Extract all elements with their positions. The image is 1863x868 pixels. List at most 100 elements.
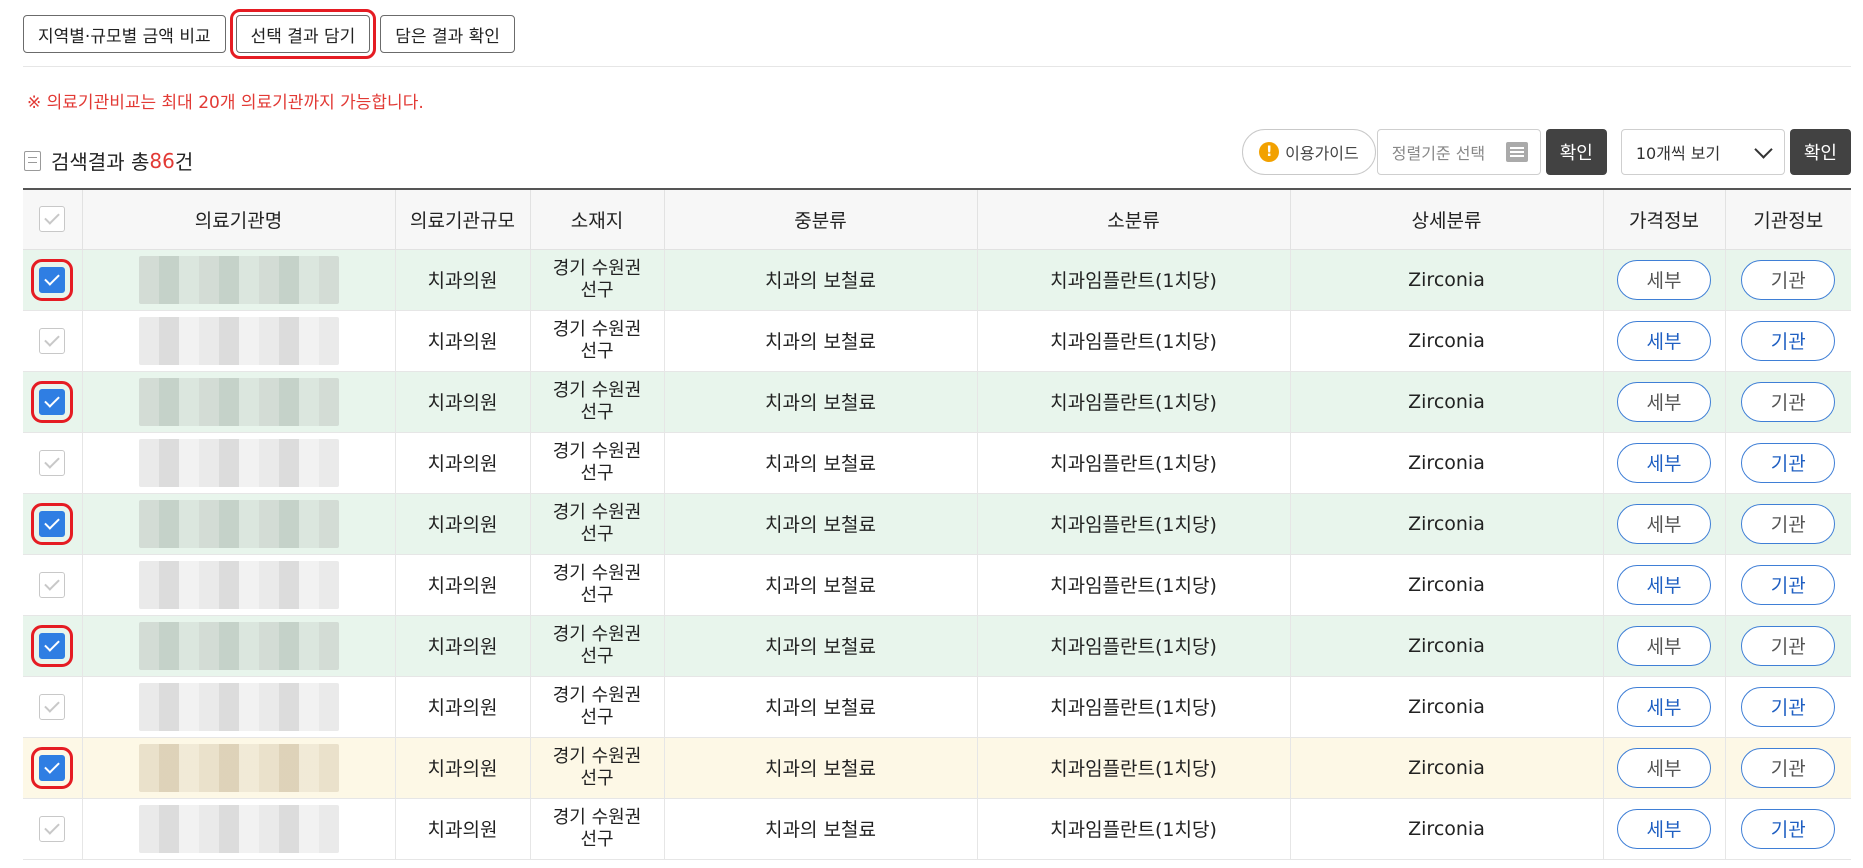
row-select-cell	[23, 554, 83, 616]
location-line-1: 경기 수원권	[552, 257, 642, 279]
institution-info-button[interactable]: 기관	[1741, 503, 1836, 544]
price-info-cell: 세부	[1603, 249, 1726, 311]
location-cell: 경기 수원권 선구	[530, 615, 665, 677]
detail-category-cell: Zirconia	[1290, 371, 1604, 433]
price-detail-button[interactable]: 세부	[1617, 564, 1711, 605]
price-info-cell: 세부	[1603, 371, 1726, 433]
row-checkbox[interactable]	[31, 502, 74, 545]
location-line-2: 선구	[580, 401, 614, 423]
select-all-header	[23, 189, 83, 250]
result-count-number: 86	[149, 148, 175, 173]
institution-name-cell	[82, 310, 396, 372]
detail-category-cell: Zirconia	[1290, 493, 1604, 555]
institution-info-button[interactable]: 기관	[1741, 625, 1836, 666]
institution-name-cell	[82, 493, 396, 555]
row-checkbox[interactable]	[31, 746, 74, 789]
institution-name-cell	[82, 371, 396, 433]
add-selected-results-button[interactable]: 선택 결과 담기	[229, 9, 377, 59]
institution-info-button[interactable]: 기관	[1741, 686, 1836, 727]
select-all-checkbox[interactable]	[39, 206, 66, 233]
mid-category-cell: 치과의 보철료	[664, 798, 978, 860]
location-line-2: 선구	[580, 279, 614, 301]
row-checkbox[interactable]	[39, 327, 66, 354]
redacted-name	[138, 377, 339, 426]
price-detail-button[interactable]: 세부	[1617, 625, 1711, 666]
row-checkbox[interactable]	[31, 624, 74, 667]
location-line-2: 선구	[580, 706, 614, 728]
sort-confirm-button[interactable]: 확인	[1545, 129, 1607, 175]
row-checkbox[interactable]	[39, 571, 66, 598]
institution-info-cell: 기관	[1725, 798, 1851, 860]
location-cell: 경기 수원권 선구	[530, 371, 665, 433]
price-detail-button[interactable]: 세부	[1617, 686, 1711, 727]
price-info-cell: 세부	[1603, 615, 1726, 677]
detail-category-cell: Zirconia	[1290, 676, 1604, 738]
mid-category-cell: 치과의 보철료	[664, 310, 978, 372]
mid-category-cell: 치과의 보철료	[664, 432, 978, 494]
institution-info-button[interactable]: 기관	[1741, 259, 1836, 300]
price-detail-button[interactable]: 세부	[1617, 808, 1711, 849]
mid-category-cell: 치과의 보철료	[664, 371, 978, 433]
redacted-name	[138, 621, 339, 670]
sub-category-cell: 치과임플란트(1치당)	[977, 493, 1291, 555]
price-detail-button[interactable]: 세부	[1617, 503, 1711, 544]
redacted-name	[138, 804, 339, 853]
price-detail-button[interactable]: 세부	[1617, 381, 1711, 422]
page-size-value: 10개씩 보기	[1635, 144, 1721, 163]
institution-info-button[interactable]: 기관	[1741, 381, 1836, 422]
sub-category-cell: 치과임플란트(1치당)	[977, 615, 1291, 677]
detail-category-cell: Zirconia	[1290, 798, 1604, 860]
price-detail-button[interactable]: 세부	[1617, 320, 1711, 361]
mid-category-cell: 치과의 보철료	[664, 676, 978, 738]
location-line-1: 경기 수원권	[552, 745, 642, 767]
redacted-name	[138, 255, 339, 304]
row-checkbox[interactable]	[39, 815, 66, 842]
page-size-select[interactable]: 10개씩 보기	[1620, 129, 1785, 175]
view-added-results-button[interactable]: 담은 결과 확인	[380, 15, 515, 53]
location-line-1: 경기 수원권	[552, 379, 642, 401]
scale-cell: 치과의원	[395, 615, 531, 677]
page-size-confirm-button[interactable]: 확인	[1789, 129, 1851, 175]
row-select-cell	[23, 371, 83, 433]
mid-category-cell: 치과의 보철료	[664, 737, 978, 799]
detail-category-cell: Zirconia	[1290, 737, 1604, 799]
detail-category-cell: Zirconia	[1290, 432, 1604, 494]
sort-criteria-select[interactable]: 정렬기준 선택	[1376, 129, 1541, 175]
row-select-cell	[23, 676, 83, 738]
usage-guide-label: 이용가이드	[1285, 144, 1359, 163]
table-row: 치과의원 경기 수원권 선구 치과의 보철료 치과임플란트(1치당) Zircon…	[23, 371, 1851, 433]
price-detail-button[interactable]: 세부	[1617, 747, 1711, 788]
document-icon	[24, 150, 41, 171]
row-checkbox[interactable]	[31, 258, 74, 301]
row-checkbox[interactable]	[39, 449, 66, 476]
compare-limit-notice: ※ 의료기관비교는 최대 20개 의료기관까지 가능합니다.	[27, 93, 424, 113]
mid-category-cell: 치과의 보철료	[664, 554, 978, 616]
institution-info-cell: 기관	[1725, 249, 1851, 311]
region-scale-compare-button[interactable]: 지역별·규모별 금액 비교	[23, 15, 226, 53]
row-checkbox[interactable]	[31, 380, 74, 423]
institution-info-cell: 기관	[1725, 493, 1851, 555]
usage-guide-button[interactable]: ! 이용가이드	[1242, 129, 1376, 175]
price-detail-button[interactable]: 세부	[1617, 259, 1711, 300]
header-sub-category: 소분류	[977, 189, 1291, 250]
price-detail-button[interactable]: 세부	[1617, 442, 1711, 483]
institution-name-cell	[82, 676, 396, 738]
institution-info-cell: 기관	[1725, 737, 1851, 799]
institution-info-button[interactable]: 기관	[1741, 564, 1836, 605]
location-cell: 경기 수원권 선구	[530, 493, 665, 555]
location-cell: 경기 수원권 선구	[530, 432, 665, 494]
sub-category-cell: 치과임플란트(1치당)	[977, 432, 1291, 494]
table-row: 치과의원 경기 수원권 선구 치과의 보철료 치과임플란트(1치당) Zircon…	[23, 615, 1851, 677]
detail-category-cell: Zirconia	[1290, 249, 1604, 311]
institution-name-cell	[82, 554, 396, 616]
institution-name-cell	[82, 615, 396, 677]
table-row: 치과의원 경기 수원권 선구 치과의 보철료 치과임플란트(1치당) Zircon…	[23, 554, 1851, 616]
row-checkbox[interactable]	[39, 693, 66, 720]
institution-info-button[interactable]: 기관	[1741, 808, 1836, 849]
sub-category-cell: 치과임플란트(1치당)	[977, 554, 1291, 616]
location-cell: 경기 수원권 선구	[530, 554, 665, 616]
table-row: 치과의원 경기 수원권 선구 치과의 보철료 치과임플란트(1치당) Zircon…	[23, 676, 1851, 738]
institution-info-button[interactable]: 기관	[1741, 320, 1836, 361]
institution-info-button[interactable]: 기관	[1741, 747, 1836, 788]
institution-info-button[interactable]: 기관	[1741, 442, 1836, 483]
